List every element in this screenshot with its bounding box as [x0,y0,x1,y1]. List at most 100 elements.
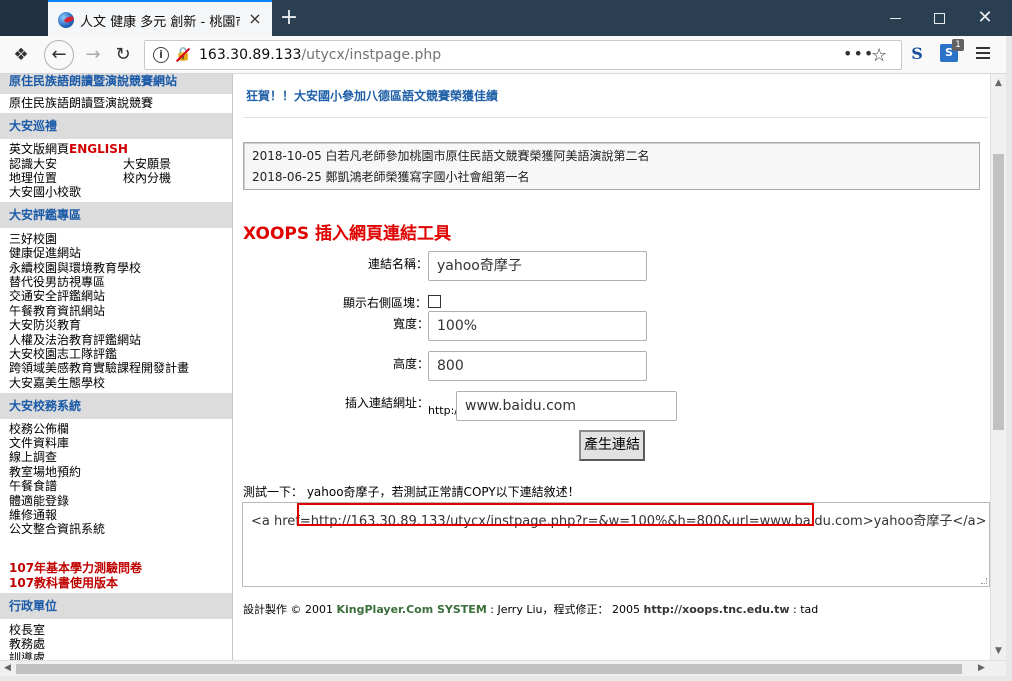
window-close-button[interactable]: ✕ [962,0,1008,36]
footer: 設計製作 © 2001 KingPlayer.Com SYSTEM : Jerr… [243,603,819,616]
sidebar-header-indigenous: 原住民族語朗讀暨演說競賽網站 [0,74,232,94]
link-name-label: 連結名稱： [368,257,429,271]
hamburger-menu-icon[interactable] [976,45,992,61]
minimize-button[interactable] [872,0,918,36]
sidebar-link-english[interactable]: 英文版網頁ENGLISH [9,142,128,156]
width-input[interactable]: 100% [428,311,647,341]
insecure-lock-icon[interactable]: 🔒 [175,47,191,63]
sidebar-link[interactable]: 訓導處 [9,651,45,660]
sidebar-link[interactable]: 校長室 [9,623,45,637]
extension-badge: 1 [952,39,964,51]
divider [243,117,988,118]
back-button[interactable]: ← [44,40,74,70]
horizontal-scroll-thumb[interactable] [16,664,962,674]
window-frame [1006,36,1012,681]
sidebar-link[interactable]: 大安嘉美生態學校 [9,376,105,390]
headline-link[interactable]: 狂賀！！大安國小參加八德區語文競賽榮獲佳績 [246,87,498,104]
navigation-bar: ❖ ← → ↻ i 🔒 163.30.89.133/utycx/instpage… [0,36,1012,74]
sidebar-link[interactable]: 線上調查 [9,450,57,464]
sidebar-link[interactable]: 教務處 [9,637,45,651]
scroll-right-icon[interactable]: ▶ [978,663,985,673]
sidebar-link[interactable]: 交通安全評鑑網站 [9,289,105,303]
extension-s-icon[interactable]: S [907,44,927,64]
highlight-annotation [297,503,814,526]
favicon-icon [58,12,74,28]
horizontal-scrollbar[interactable]: ◀ ▶ [0,660,1006,676]
sidebar-header-system: 大安校務系統 [0,393,232,419]
info-icon[interactable]: i [153,47,169,63]
generate-link-button[interactable]: 產生連結 [579,430,645,461]
url-path: /utycx/instpage.php [301,47,442,63]
sidebar-link[interactable]: 體適能登錄 [9,494,69,508]
show-right-block-label: 顯示右側區塊： [343,296,428,310]
footer-brand-link[interactable]: KingPlayer.Com SYSTEM [336,603,486,616]
window-frame [0,676,1012,681]
sidebar-link[interactable]: 教室場地預約 [9,465,81,479]
url-host: 163.30.89.133 [199,47,302,63]
height-input[interactable]: 800 [428,351,647,381]
scroll-left-icon[interactable]: ◀ [4,663,11,673]
test-line: 測試一下： yahoo奇摩子，若測試正常請COPY以下連結敘述！ [243,485,580,499]
new-tab-button[interactable]: + [278,5,300,31]
sidebar-link[interactable]: 大安防災教育 [9,318,81,332]
title-bar: 人文 健康 多元 創新 - 桃園市八德區大安國民小學 × + ✕ [0,0,1012,36]
sidebar-link[interactable]: 健康促進網站 [9,246,81,260]
minimize-icon [889,18,901,19]
reload-button[interactable]: ↻ [108,40,138,70]
sidebar-link[interactable]: 午餐教育資訊網站 [9,304,105,318]
page-content: 原住民族語朗讀暨演說競賽網站 原住民族語朗讀暨演說競賽 大安巡禮 英文版網頁EN… [0,74,990,660]
footer-tool-link[interactable]: http://xoops.tnc.edu.tw [643,603,789,616]
sidebar-link[interactable]: 校內分機 [123,171,171,185]
sidebar-link[interactable]: 維修通報 [9,508,57,522]
sidebar-link[interactable]: 地理位置 [9,171,57,185]
url-text[interactable]: 163.30.89.133/utycx/instpage.php [199,47,441,63]
show-right-block-checkbox[interactable] [428,295,441,308]
browser-tab[interactable]: 人文 健康 多元 創新 - 桃園市八德區大安國民小學 × [48,0,272,36]
sidebar-header-eval: 大安評鑑專區 [0,202,232,228]
sidebar-link[interactable]: 校務公佈欄 [9,422,69,436]
page-actions-icon[interactable]: ••• [843,44,874,63]
sidebar-link[interactable]: 人權及法治教育評鑑網站 [9,333,141,347]
insert-url-label: 插入連結網址： [345,396,430,410]
sidebar-link-survey[interactable]: 107年基本學力測驗問卷 [9,561,142,575]
vertical-scrollbar[interactable]: ▲ ▼ [990,74,1006,660]
sidebar-link-textbook[interactable]: 107教科書使用版本 [9,576,118,590]
sidebar-link[interactable]: 大安國小校歌 [9,185,81,199]
tool-title: XOOPS 插入網頁連結工具 [243,224,452,244]
scroll-up-icon[interactable]: ▲ [995,78,1002,88]
sidebar-header-tour: 大安巡禮 [0,113,232,139]
sidebar-link[interactable]: 跨領域美感教育實驗課程開發計畫 [9,361,189,375]
sidebar-link[interactable]: 認識大安 [9,157,57,171]
scroll-down-icon[interactable]: ▼ [995,646,1002,656]
sidebar-link[interactable]: 大安願景 [123,157,171,171]
sidebar-link[interactable]: 三好校園 [9,232,57,246]
sidebar: 原住民族語朗讀暨演說競賽網站 原住民族語朗讀暨演說競賽 大安巡禮 英文版網頁EN… [0,74,233,660]
news-marquee: 2018-10-05 白若凡老師參加桃園市原住民語文競賽榮獲阿美語演說第二名 2… [243,142,980,190]
maximize-icon [933,13,945,24]
sidebar-link[interactable]: 永續校園與環境教育學校 [9,261,141,275]
sidebar-link[interactable]: 大安校園志工隊評鑑 [9,347,117,361]
sidebar-link[interactable]: 午餐食譜 [9,479,57,493]
tab-title: 人文 健康 多元 創新 - 桃園市八德區大安國民小學 [80,15,240,30]
url-input[interactable]: www.baidu.com [456,391,677,421]
sidebar-link[interactable]: 公文整合資訊系統 [9,522,105,536]
sidebar-link[interactable]: 原住民族語朗讀暨演說競賽 [9,96,153,110]
bookmark-star-icon[interactable]: ☆ [871,45,887,66]
link-name-input[interactable]: yahoo奇摩子 [428,251,647,281]
news-item[interactable]: 2018-06-25 鄭凱鴻老師榮獲寫字國小社會組第一名 [252,168,530,185]
news-item[interactable]: 2018-10-05 白若凡老師參加桃園市原住民語文競賽榮獲阿美語演說第二名 [252,147,650,164]
forward-button[interactable]: → [78,40,108,70]
firefox-identity-icon[interactable]: ❖ [6,40,36,70]
resize-grip-icon[interactable] [981,578,987,584]
title-bar-left [0,0,48,36]
sidebar-header-admin: 行政單位 [0,593,232,619]
main-area: 狂賀！！大安國小參加八德區語文競賽榮獲佳績 2018-10-05 白若凡老師參加… [233,74,990,660]
sidebar-link[interactable]: 替代役男訪視專區 [9,275,105,289]
sidebar-link[interactable]: 文件資料庫 [9,436,69,450]
tab-close-icon[interactable]: × [246,10,264,28]
height-label: 高度： [393,357,430,371]
address-bar[interactable]: i 🔒 163.30.89.133/utycx/instpage.php •••… [144,40,902,70]
width-label: 寬度： [393,317,430,331]
vertical-scroll-thumb[interactable] [993,154,1004,430]
maximize-button[interactable] [916,0,962,36]
